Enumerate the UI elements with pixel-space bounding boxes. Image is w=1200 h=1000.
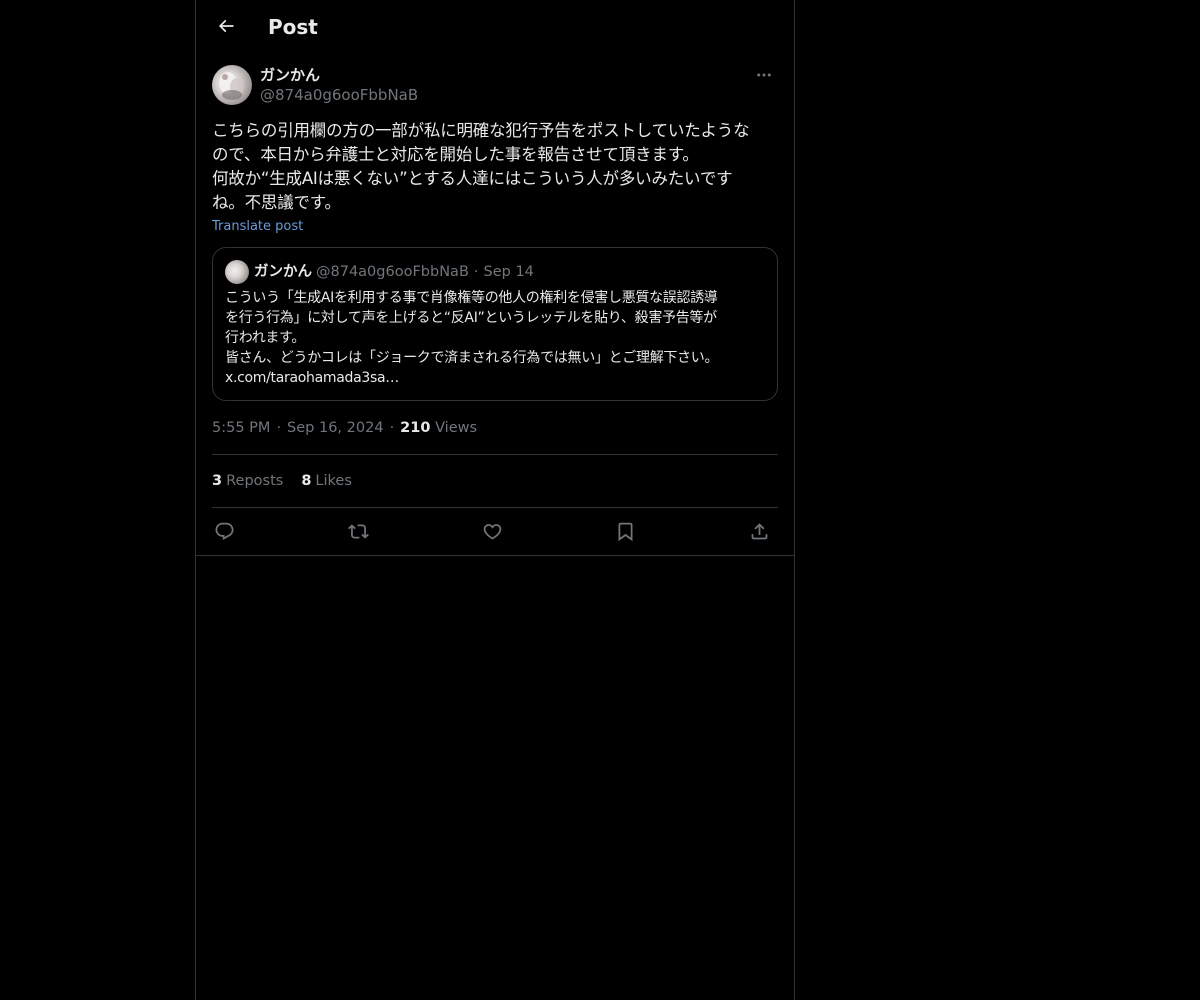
primary-column: Post ガンかん @874a0g6ooFbbNaB こちらの引用欄の方の一部が… (195, 0, 795, 1000)
quote-avatar (225, 260, 249, 284)
quote-meta: ガンかん @874a0g6ooFbbNaB · Sep 14 (254, 262, 534, 282)
bookmark-button[interactable] (613, 519, 637, 543)
quote-handle: @874a0g6ooFbbNaB (316, 264, 469, 280)
author-handle[interactable]: @874a0g6ooFbbNaB (260, 85, 418, 105)
repost-icon (347, 523, 369, 539)
likes-stat[interactable]: 8 Likes (301, 471, 352, 491)
likes-label: Likes (315, 473, 352, 489)
post-author: ガンかん @874a0g6ooFbbNaB (212, 65, 778, 105)
separator: · (276, 420, 282, 436)
arrow-left-icon (218, 19, 234, 33)
page-header: Post (196, 0, 794, 53)
divider (196, 555, 794, 556)
share-button[interactable] (747, 519, 771, 543)
quote-date: Sep 14 (483, 264, 534, 280)
post-date[interactable]: Sep 16, 2024 (287, 420, 384, 436)
reposts-stat[interactable]: 3 Reposts (212, 471, 283, 491)
back-button[interactable] (208, 8, 244, 44)
post-timestamp-row: 5:55 PM · Sep 16, 2024 · 210 Views (212, 418, 477, 438)
quote-text: こういう「生成AIを利用する事で肖像権等の他人の権利を侵害し悪質な誤認誘導 を行… (225, 290, 719, 386)
post-stats: 3 Reposts 8 Likes (212, 471, 370, 491)
translate-post-link[interactable]: Translate post (212, 218, 303, 236)
author-display-name[interactable]: ガンかん (260, 65, 320, 85)
more-button[interactable] (750, 65, 778, 85)
avatar[interactable] (212, 65, 252, 105)
share-icon (751, 522, 767, 539)
like-icon (483, 523, 501, 540)
page-title: Post (268, 15, 318, 39)
likes-count: 8 (301, 473, 312, 489)
reposts-count: 3 (212, 473, 223, 489)
separator: · (389, 420, 395, 436)
reposts-label: Reposts (226, 473, 284, 489)
bookmark-icon (618, 522, 632, 541)
quoted-post[interactable]: ガンかん @874a0g6ooFbbNaB · Sep 14 こういう「生成AIを利用… (212, 247, 778, 401)
post-actions (212, 508, 778, 554)
divider (212, 454, 778, 455)
like-button[interactable] (480, 519, 504, 543)
reply-icon (215, 522, 233, 540)
avatar-image (219, 72, 244, 100)
views-count: 210 (400, 420, 431, 436)
post-time[interactable]: 5:55 PM (212, 420, 270, 436)
quote-display-name: ガンかん (254, 264, 312, 280)
post-text: こちらの引用欄の方の一部が私に明確な犯行予告をポストしていたような ので、本日か… (212, 121, 750, 212)
more-horizontal-icon (757, 73, 771, 77)
views-label: Views (435, 420, 478, 436)
repost-button[interactable] (346, 519, 370, 543)
reply-button[interactable] (212, 519, 236, 543)
quote-separator: · (473, 264, 479, 280)
